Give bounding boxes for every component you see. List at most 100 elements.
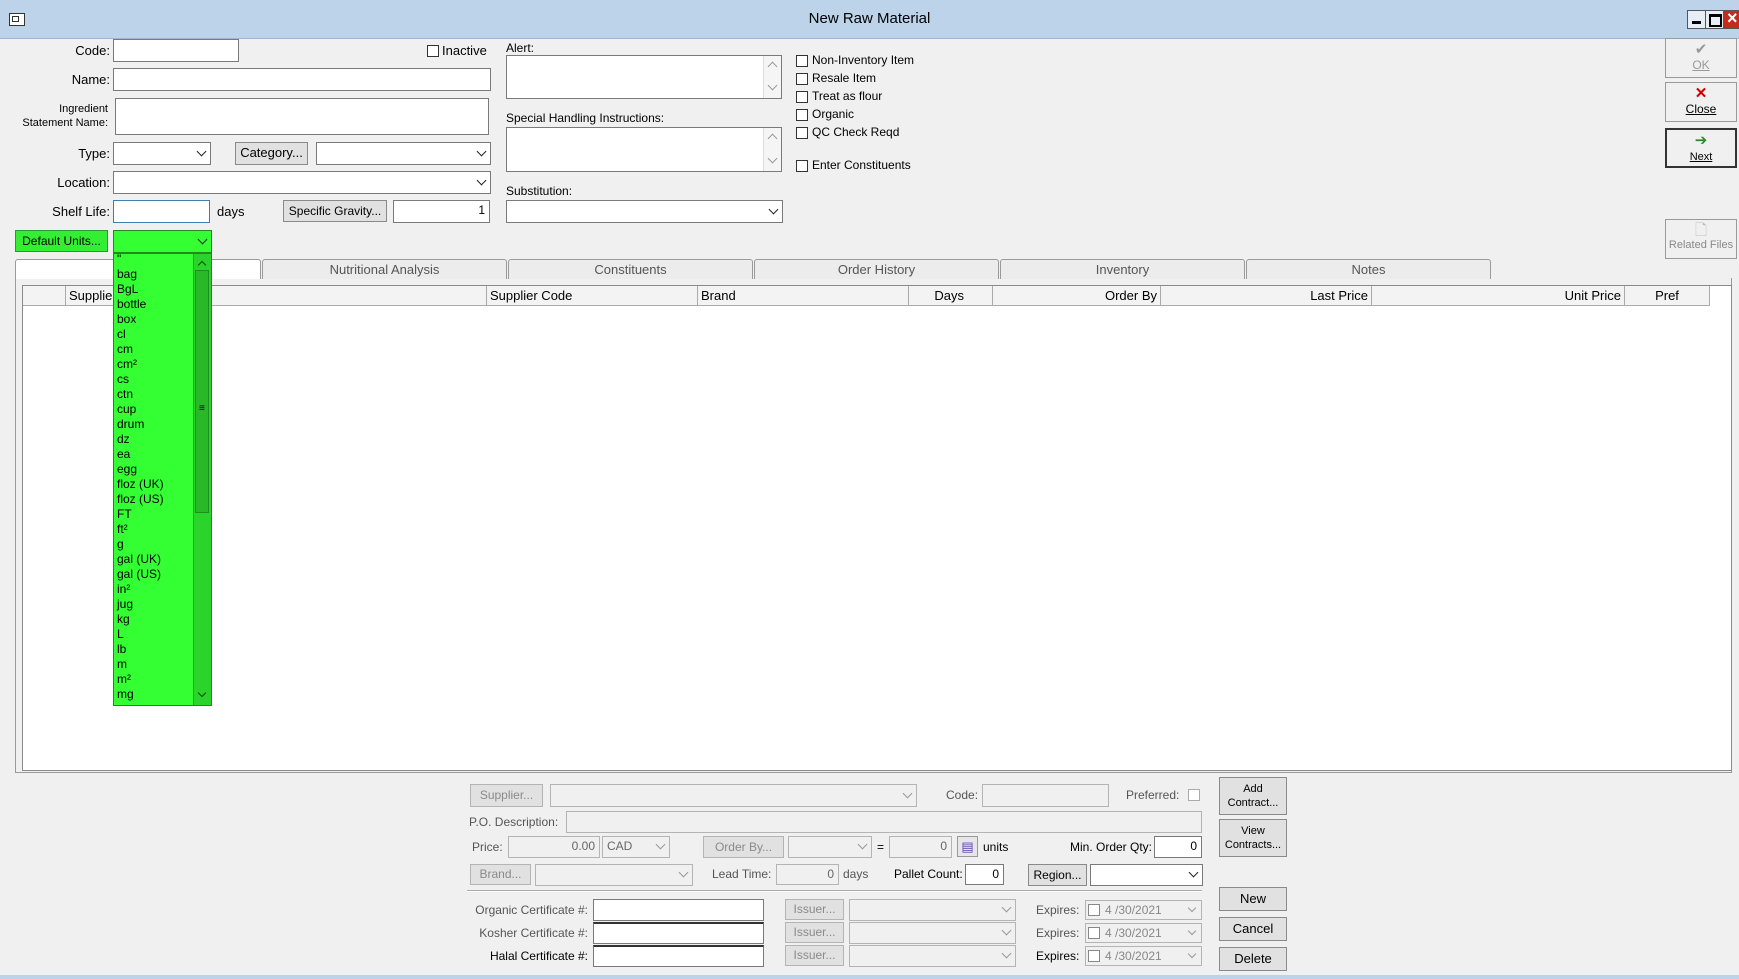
alert-textarea[interactable] <box>506 55 782 99</box>
unit-option[interactable]: BgL <box>117 282 164 297</box>
scroll-down-icon[interactable] <box>197 688 207 698</box>
unit-option[interactable]: bottle <box>117 297 164 312</box>
close-window-icon[interactable] <box>1723 8 1739 29</box>
add-contract-button[interactable]: Add Contract... <box>1219 777 1287 815</box>
organic-expires-datepicker[interactable]: 4 /30/2021 <box>1085 900 1202 920</box>
unit-option[interactable]: ea <box>117 447 164 462</box>
next-button[interactable]: ➔ Next <box>1665 128 1737 168</box>
order-qty-field[interactable]: 0 <box>889 836 952 858</box>
scroll-up-icon[interactable] <box>197 260 207 270</box>
shelf-life-field[interactable] <box>113 200 210 223</box>
unit-option[interactable]: g <box>117 537 164 552</box>
specific-gravity-field[interactable]: 1 <box>393 200 490 223</box>
scrollbar-thumb[interactable]: ≡ <box>195 270 209 513</box>
scrollbar[interactable] <box>763 56 781 98</box>
type-select[interactable] <box>113 142 211 165</box>
halal-issuer-select[interactable] <box>849 945 1016 967</box>
unit-option[interactable]: cm² <box>117 357 164 372</box>
code-field[interactable] <box>113 39 239 62</box>
region-select[interactable] <box>1090 864 1203 886</box>
enter-constituents-checkbox[interactable] <box>796 160 808 172</box>
organic-cert-field[interactable] <box>593 899 764 921</box>
halal-issuer-button[interactable]: Issuer... <box>785 945 844 966</box>
unit-option[interactable]: ft² <box>117 522 164 537</box>
location-select[interactable] <box>113 171 491 194</box>
inactive-checkbox[interactable] <box>427 45 439 57</box>
ingredient-statement-field[interactable] <box>115 98 489 135</box>
tab-constituents[interactable]: Constituents <box>508 259 753 279</box>
unit-option[interactable]: bag <box>117 267 164 282</box>
halal-expires-datepicker[interactable]: 4 /30/2021 <box>1085 946 1202 966</box>
po-description-field[interactable] <box>566 811 1202 833</box>
unit-option[interactable]: box <box>117 312 164 327</box>
maximize-icon[interactable] <box>1705 10 1724 29</box>
checkbox-icon[interactable] <box>1088 927 1100 939</box>
checkbox-icon[interactable] <box>1088 904 1100 916</box>
price-field[interactable]: 0.00 <box>508 836 600 858</box>
kosher-issuer-select[interactable] <box>849 922 1016 944</box>
unit-option[interactable]: gal (US) <box>117 567 164 582</box>
column-header-pref[interactable]: Pref <box>1625 286 1710 306</box>
unit-option[interactable]: ctn <box>117 387 164 402</box>
tab-inventory[interactable]: Inventory <box>1000 259 1245 279</box>
category-select[interactable] <box>316 142 491 165</box>
column-header-supplier-code[interactable]: Supplier Code <box>487 286 698 306</box>
view-contracts-button[interactable]: View Contracts... <box>1219 819 1287 857</box>
unit-option[interactable]: lb <box>117 642 164 657</box>
supplier-grid[interactable]: Supplier Supplier Code Brand Days Order … <box>22 285 1732 771</box>
pallet-count-field[interactable]: 0 <box>965 864 1004 885</box>
column-header-order-by[interactable]: Order By <box>993 286 1161 306</box>
unit-option[interactable]: egg <box>117 462 164 477</box>
ok-button[interactable]: ✔ OK <box>1665 38 1737 78</box>
halal-cert-field[interactable] <box>593 945 764 967</box>
specific-gravity-button[interactable]: Specific Gravity... <box>283 200 387 222</box>
organic-issuer-button[interactable]: Issuer... <box>785 899 844 920</box>
tab-notes[interactable]: Notes <box>1246 259 1491 279</box>
column-header-unit-price[interactable]: Unit Price <box>1372 286 1625 306</box>
tab-nutritional-analysis[interactable]: Nutritional Analysis <box>262 259 507 279</box>
unit-option[interactable]: cm <box>117 342 164 357</box>
unit-option[interactable]: kg <box>117 612 164 627</box>
unit-option[interactable]: jug <box>117 597 164 612</box>
supplier-select[interactable] <box>550 784 917 807</box>
unit-option[interactable]: drum <box>117 417 164 432</box>
unit-option[interactable]: cup <box>117 402 164 417</box>
close-button[interactable]: ✕ Close <box>1665 82 1737 122</box>
unit-option[interactable]: mg <box>117 687 164 702</box>
delete-button[interactable]: Delete <box>1219 947 1287 971</box>
cancel-button[interactable]: Cancel <box>1219 917 1287 941</box>
related-files-button[interactable]: 🗋 Related Files <box>1665 219 1737 259</box>
unit-option[interactable]: in² <box>117 582 164 597</box>
lead-time-field[interactable]: 0 <box>776 864 839 885</box>
name-field[interactable] <box>113 68 491 91</box>
kosher-cert-field[interactable] <box>593 922 764 944</box>
column-header-brand[interactable]: Brand <box>698 286 909 306</box>
unit-option[interactable]: cl <box>117 327 164 342</box>
brand-button[interactable]: Brand... <box>470 864 531 885</box>
organic-checkbox[interactable] <box>796 109 808 121</box>
order-by-select[interactable] <box>788 836 872 858</box>
units-dropdown-list[interactable]: " bag BgL bottle box cl cm cm² cs ctn cup drum dz ea e… <box>113 253 212 706</box>
column-header-last-price[interactable]: Last Price <box>1161 286 1372 306</box>
kosher-expires-datepicker[interactable]: 4 /30/2021 <box>1085 923 1202 943</box>
non-inventory-checkbox[interactable] <box>796 55 808 67</box>
calculator-icon[interactable]: ▤ <box>957 836 978 857</box>
unit-option[interactable]: dz <box>117 432 164 447</box>
region-button[interactable]: Region... <box>1028 864 1087 886</box>
unit-option[interactable]: m² <box>117 672 164 687</box>
category-button[interactable]: Category... <box>235 142 308 165</box>
unit-option[interactable]: L <box>117 627 164 642</box>
unit-option[interactable]: floz (US) <box>117 492 164 507</box>
units-list-scrollbar[interactable]: ≡ <box>193 254 211 705</box>
new-button[interactable]: New <box>1219 887 1287 911</box>
supplier-button[interactable]: Supplier... <box>470 784 543 807</box>
unit-option[interactable]: floz (UK) <box>117 477 164 492</box>
unit-option[interactable]: gal (UK) <box>117 552 164 567</box>
column-header-days[interactable]: Days <box>909 286 993 306</box>
brand-select[interactable] <box>535 864 693 886</box>
min-order-qty-field[interactable]: 0 <box>1154 836 1202 858</box>
default-units-select[interactable] <box>113 230 212 253</box>
scrollbar[interactable] <box>763 128 781 171</box>
substitution-select[interactable] <box>506 200 783 223</box>
tab-order-history[interactable]: Order History <box>754 259 999 279</box>
